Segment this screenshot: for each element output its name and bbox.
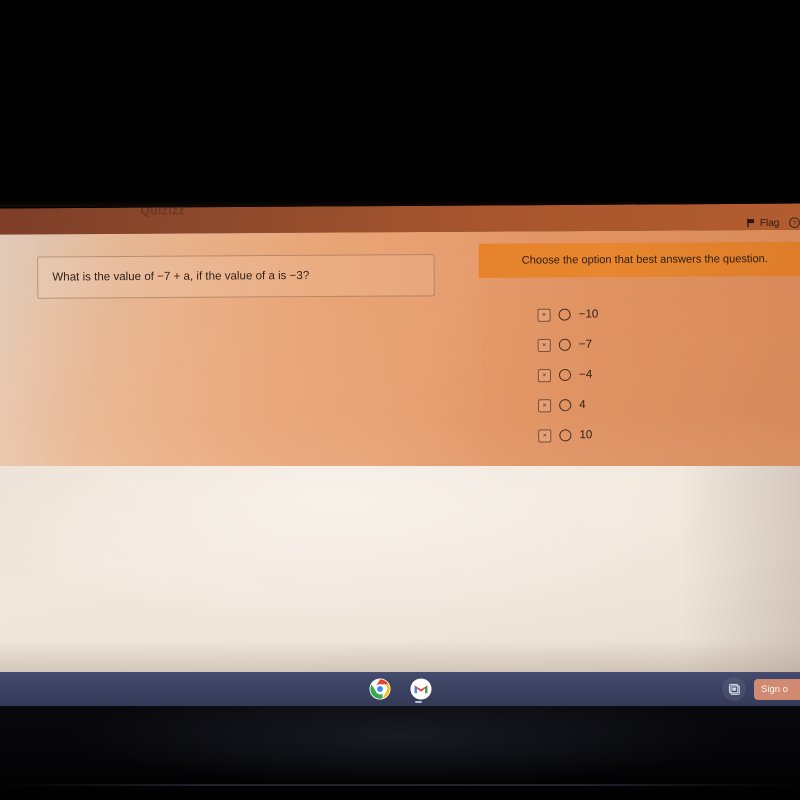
gmail-icon[interactable] — [409, 678, 432, 700]
eliminate-option-button[interactable]: × — [538, 428, 552, 443]
instruction-banner: Choose the option that best answers the … — [478, 241, 800, 278]
option-row[interactable]: × 10 — [538, 419, 800, 451]
instruction-text: Choose the option that best answers the … — [521, 253, 768, 267]
answer-options-list: × −10 × −7 × −4 × 4 × 10 — [537, 298, 799, 450]
os-taskbar: Sign o — [0, 672, 800, 706]
option-radio[interactable] — [559, 399, 572, 412]
option-radio[interactable] — [559, 429, 572, 442]
page-background — [0, 466, 800, 672]
svg-text:?: ? — [793, 220, 797, 227]
option-label: 4 — [579, 399, 586, 412]
window-overview-button[interactable] — [722, 677, 746, 701]
eliminate-option-button[interactable]: × — [537, 398, 552, 412]
topbar-right-controls: Flag ? — [746, 217, 800, 229]
desk-edge-line — [0, 784, 800, 786]
taskbar-right-controls: Sign o — [722, 672, 800, 706]
close-icon: × — [542, 371, 547, 379]
help-circle-icon[interactable]: ? — [788, 217, 800, 229]
option-row[interactable]: × 4 — [537, 389, 800, 421]
question-card: What is the value of −7 + a, if the valu… — [37, 254, 435, 299]
photographed-monitor: Quizizz Flag ? What is the value of −7 +… — [0, 0, 800, 800]
option-radio[interactable] — [558, 308, 571, 321]
option-label: −4 — [579, 368, 593, 381]
taskbar-app-icons — [0, 672, 800, 706]
flag-icon — [746, 218, 754, 228]
close-icon: × — [542, 431, 547, 440]
close-icon: × — [542, 341, 547, 349]
eliminate-option-button[interactable]: × — [537, 308, 551, 322]
close-icon: × — [541, 311, 547, 319]
option-radio[interactable] — [558, 368, 572, 382]
option-label: −7 — [578, 338, 593, 351]
flag-button[interactable]: Flag — [746, 217, 780, 229]
option-row[interactable]: × −4 — [537, 358, 800, 390]
sign-out-button[interactable]: Sign o — [754, 678, 800, 700]
option-radio[interactable] — [558, 338, 571, 351]
question-text: What is the value of −7 + a, if the valu… — [52, 269, 310, 284]
close-icon: × — [542, 401, 547, 409]
sign-out-label: Sign o — [761, 683, 788, 695]
chrome-icon[interactable] — [368, 678, 391, 700]
flag-label: Flag — [759, 217, 780, 229]
option-row[interactable]: × −7 — [537, 328, 800, 360]
active-app-indicator — [415, 701, 422, 703]
window-overview-icon — [728, 683, 740, 695]
option-label: 10 — [579, 429, 593, 442]
eliminate-option-button[interactable]: × — [537, 338, 551, 352]
option-row[interactable]: × −10 — [537, 298, 799, 330]
eliminate-option-button[interactable]: × — [537, 368, 551, 382]
option-label: −10 — [578, 308, 599, 321]
